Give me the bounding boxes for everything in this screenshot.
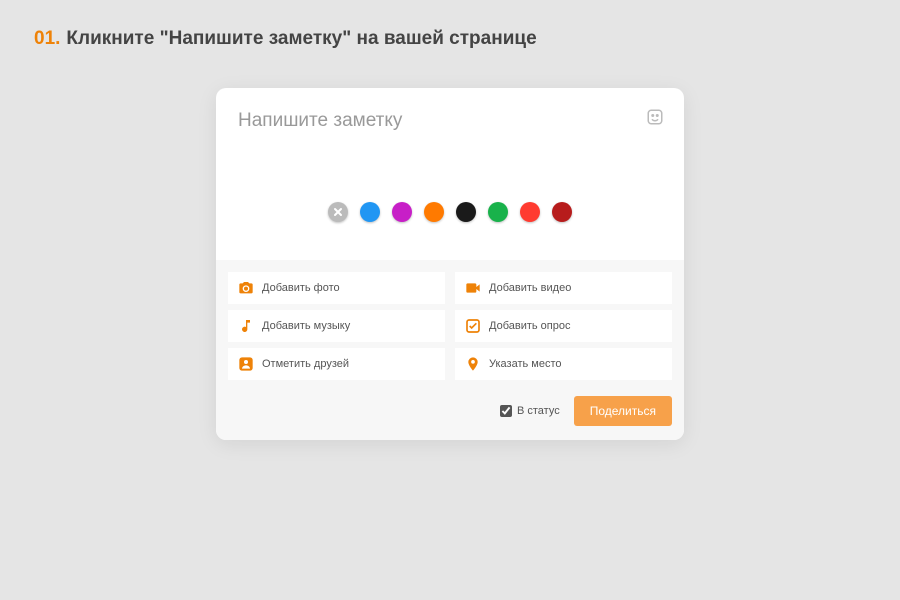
color-swatch-dark-red[interactable]: [552, 202, 572, 222]
step-number: 01.: [34, 28, 60, 49]
add-poll-label: Добавить опрос: [489, 320, 570, 332]
add-music-button[interactable]: Добавить музыку: [228, 310, 445, 342]
note-text-area[interactable]: Напишите заметку: [216, 88, 684, 260]
composer-footer: В статус Поделиться: [216, 384, 684, 440]
note-composer-card: Напишите заметку: [216, 88, 684, 440]
status-label: В статус: [517, 405, 560, 417]
attachment-grid: Добавить фото Добавить видео Добавить му…: [216, 260, 684, 384]
note-placeholder: Напишите заметку: [238, 110, 662, 132]
tag-friends-label: Отметить друзей: [262, 358, 349, 370]
color-swatch-black[interactable]: [456, 202, 476, 222]
music-icon: [238, 318, 254, 334]
location-icon: [465, 356, 481, 372]
color-swatch-orange[interactable]: [424, 202, 444, 222]
add-poll-button[interactable]: Добавить опрос: [455, 310, 672, 342]
color-picker-row: [238, 132, 662, 242]
instruction-heading: 01. Кликните "Напишите заметку" на вашей …: [0, 0, 900, 50]
color-swatch-magenta[interactable]: [392, 202, 412, 222]
add-music-label: Добавить музыку: [262, 320, 350, 332]
color-swatch-green[interactable]: [488, 202, 508, 222]
color-swatch-blue[interactable]: [360, 202, 380, 222]
share-button[interactable]: Поделиться: [574, 396, 672, 426]
add-place-button[interactable]: Указать место: [455, 348, 672, 380]
color-swatch-red-orange[interactable]: [520, 202, 540, 222]
video-icon: [465, 280, 481, 296]
person-icon: [238, 356, 254, 372]
status-checkbox-wrapper[interactable]: В статус: [500, 405, 560, 417]
step-text: Кликните "Напишите заметку" на вашей стр…: [66, 28, 536, 49]
add-video-button[interactable]: Добавить видео: [455, 272, 672, 304]
add-photo-button[interactable]: Добавить фото: [228, 272, 445, 304]
add-video-label: Добавить видео: [489, 282, 571, 294]
status-checkbox[interactable]: [500, 405, 512, 417]
camera-icon: [238, 280, 254, 296]
add-place-label: Указать место: [489, 358, 562, 370]
add-photo-label: Добавить фото: [262, 282, 340, 294]
tag-friends-button[interactable]: Отметить друзей: [228, 348, 445, 380]
emoji-icon[interactable]: [646, 108, 664, 126]
poll-icon: [465, 318, 481, 334]
color-clear-icon[interactable]: [328, 202, 348, 222]
